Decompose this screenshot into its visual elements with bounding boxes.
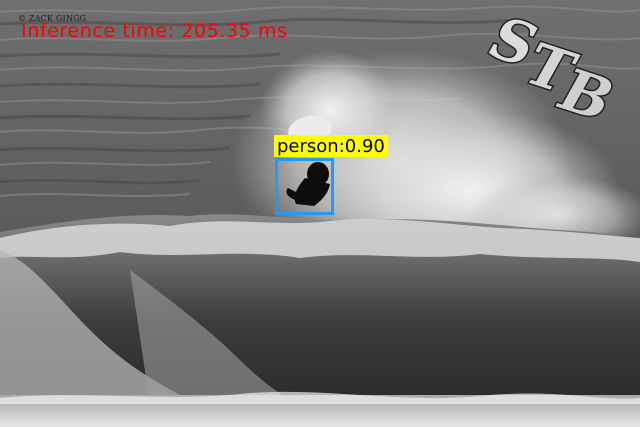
detection-result-image: © ZACK GINGG Inference time: 205.35 ms p… — [0, 0, 640, 427]
stb-watermark-logo: S T B — [482, 8, 622, 134]
inference-time-text: Inference time: 205.35 ms — [21, 20, 288, 42]
person-bounding-box — [275, 158, 334, 215]
person-detection-label: person:0.90 — [274, 135, 388, 157]
